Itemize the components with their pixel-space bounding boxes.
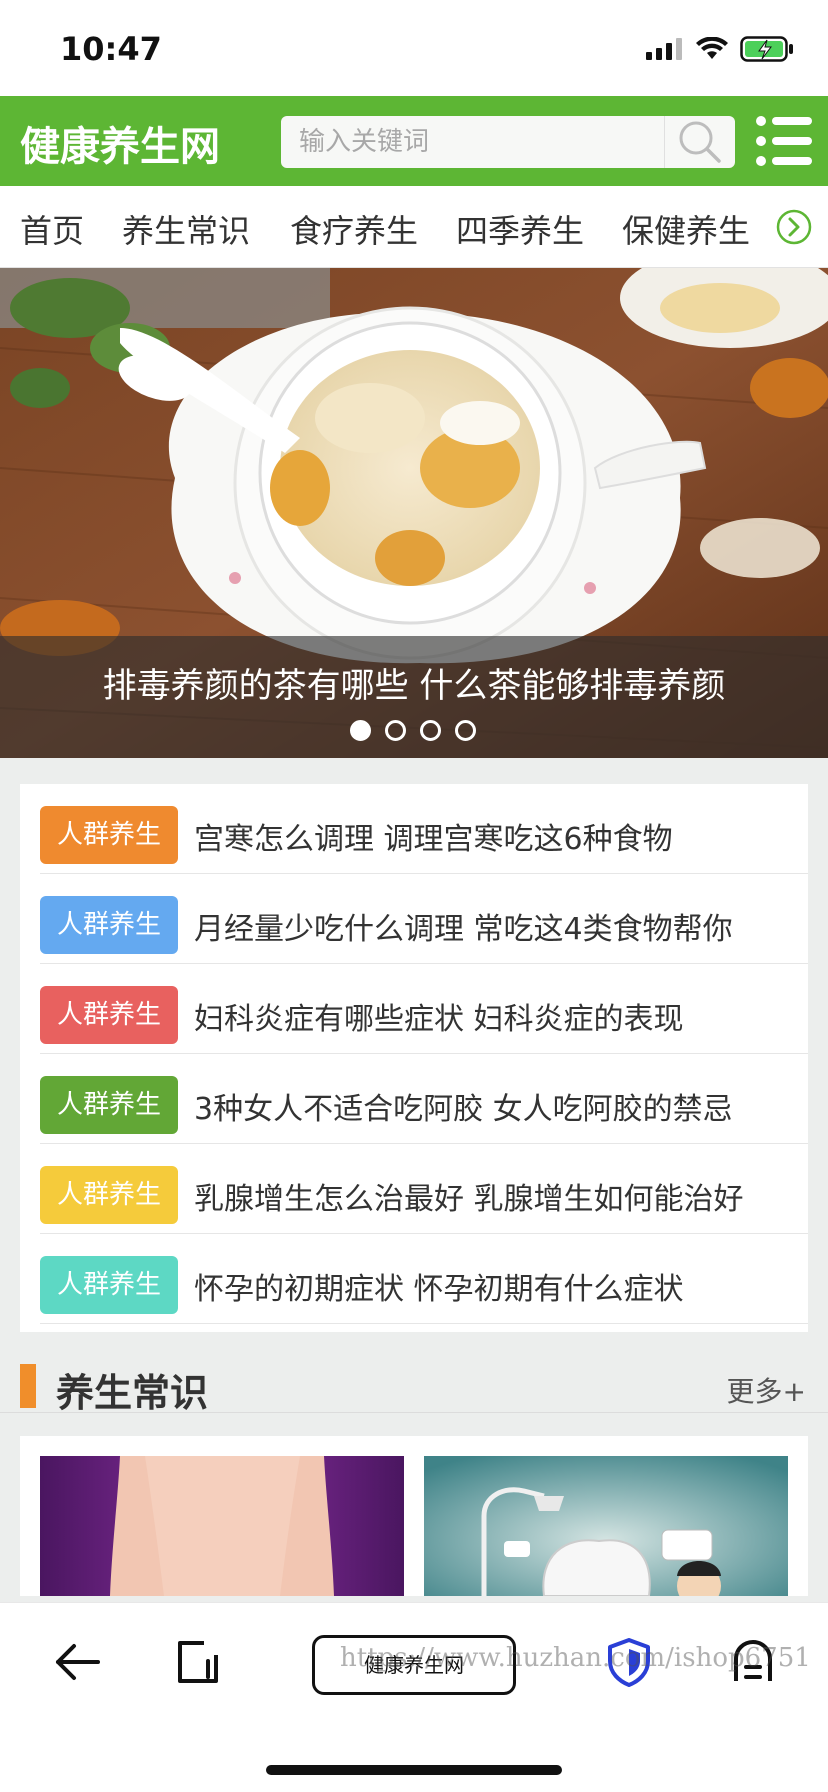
status-bar: 10:47 (0, 0, 828, 96)
article-title[interactable]: 怀孕的初期症状 怀孕初期有什么症状 (194, 1264, 684, 1308)
status-icons (646, 36, 794, 62)
nav-item-health-tips[interactable]: 养生常识 (122, 206, 250, 252)
tabs-icon (178, 1641, 218, 1683)
article-title[interactable]: 宫寒怎么调理 调理宫寒吃这6种食物 (194, 814, 673, 858)
carousel-dots (350, 720, 476, 741)
wifi-icon (696, 37, 728, 59)
browser-toolbar: 健康养生网 https://www.huzhan.com/ishop6751 (0, 1602, 828, 1792)
search-box (281, 116, 735, 168)
thumbnail-image (40, 1456, 404, 1596)
article-thumbnail[interactable] (424, 1456, 788, 1596)
thumbnail-image (424, 1456, 788, 1596)
list-item[interactable]: 人群养生 怀孕的初期症状 怀孕初期有什么症状 (40, 1234, 808, 1324)
list-item[interactable]: 人群养生 宫寒怎么调理 调理宫寒吃这6种食物 (40, 784, 808, 874)
carousel-dot[interactable] (455, 720, 476, 741)
category-tag[interactable]: 人群养生 (40, 806, 178, 864)
banner-carousel[interactable]: 排毒养颜的茶有哪些 什么茶能够排毒养颜 (0, 268, 828, 758)
tabs-button[interactable] (174, 1637, 222, 1691)
section-title: 养生常识 (56, 1371, 209, 1415)
section-more-link[interactable]: 更多+ (727, 1370, 806, 1410)
watermark-text: https://www.huzhan.com/ishop6751 (340, 1643, 811, 1673)
site-header: 健康养生网 (0, 96, 828, 186)
section-accent-bar (20, 1364, 36, 1408)
article-title[interactable]: 月经量少吃什么调理 常吃这4类食物帮你 (194, 904, 733, 948)
search-icon (679, 121, 721, 163)
list-item[interactable]: 人群养生 月经量少吃什么调理 常吃这4类食物帮你 (40, 874, 808, 964)
banner-title[interactable]: 排毒养颜的茶有哪些 什么茶能够排毒养颜 (0, 658, 828, 707)
battery-charging-icon (740, 36, 793, 62)
nav-item-diet-therapy[interactable]: 食疗养生 (290, 206, 418, 252)
back-button[interactable] (52, 1637, 102, 1691)
list-menu-icon (756, 116, 812, 166)
menu-button[interactable] (755, 113, 815, 169)
list-item[interactable]: 人群养生 3种女人不适合吃阿胶 女人吃阿胶的禁忌 (40, 1054, 808, 1144)
article-title[interactable]: 3种女人不适合吃阿胶 女人吃阿胶的禁忌 (194, 1084, 733, 1128)
category-tag[interactable]: 人群养生 (40, 896, 178, 954)
nav-item-seasonal[interactable]: 四季养生 (456, 206, 584, 252)
arrow-left-icon (56, 1644, 100, 1680)
category-tag[interactable]: 人群养生 (40, 1256, 178, 1314)
article-card-grid (20, 1436, 808, 1596)
category-tag[interactable]: 人群养生 (40, 1076, 178, 1134)
carousel-dot[interactable] (385, 720, 406, 741)
nav-item-home[interactable]: 首页 (20, 206, 84, 252)
article-title[interactable]: 乳腺增生怎么治最好 乳腺增生如何能治好 (194, 1174, 744, 1218)
carousel-dot[interactable] (350, 720, 371, 741)
carousel-dot[interactable] (420, 720, 441, 741)
article-list: 人群养生 宫寒怎么调理 调理宫寒吃这6种食物 人群养生 月经量少吃什么调理 常吃… (20, 784, 808, 1332)
list-item[interactable]: 人群养生 妇科炎症有哪些症状 妇科炎症的表现 (40, 964, 808, 1054)
article-title[interactable]: 妇科炎症有哪些症状 妇科炎症的表现 (194, 994, 684, 1038)
category-nav: 首页 养生常识 食疗养生 四季养生 保健养生 (0, 186, 828, 268)
chevron-right-circle-icon (776, 209, 812, 245)
status-time: 10:47 (60, 30, 162, 68)
search-input[interactable] (299, 116, 659, 168)
category-tag[interactable]: 人群养生 (40, 986, 178, 1044)
article-thumbnail[interactable] (40, 1456, 404, 1596)
search-button[interactable] (665, 116, 735, 168)
section-divider (0, 1412, 828, 1413)
site-logo[interactable]: 健康养生网 (20, 114, 220, 172)
category-tag[interactable]: 人群养生 (40, 1166, 178, 1224)
home-indicator[interactable] (266, 1765, 562, 1775)
cellular-signal-icon (646, 38, 682, 60)
nav-item-wellness[interactable]: 保健养生 (622, 206, 750, 252)
nav-more-button[interactable] (776, 209, 812, 245)
list-item[interactable]: 人群养生 乳腺增生怎么治最好 乳腺增生如何能治好 (40, 1144, 808, 1234)
section-header: 养生常识 更多+ (0, 1348, 828, 1415)
